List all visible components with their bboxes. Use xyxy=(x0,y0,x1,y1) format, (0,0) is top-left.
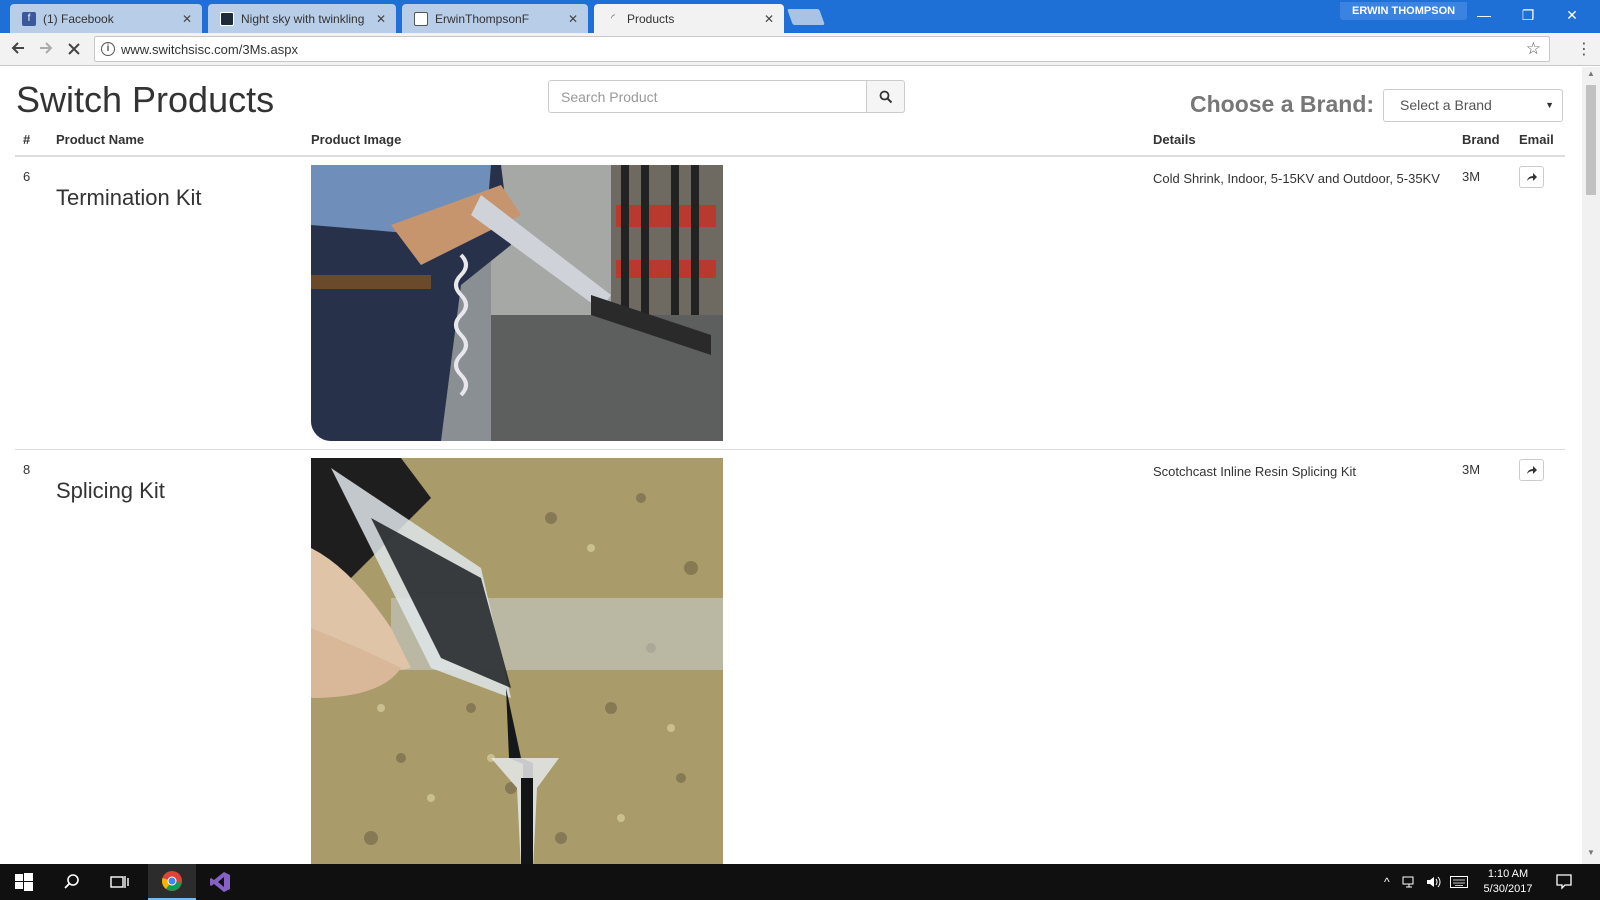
search-group xyxy=(548,80,905,113)
product-brand: 3M xyxy=(1462,462,1481,477)
windows-logo-icon xyxy=(15,873,33,891)
show-hidden-icons-button[interactable]: ^ xyxy=(1384,864,1390,900)
browser-toolbar: i www.switchsisc.com/3Ms.aspx ☆ ⋮ xyxy=(0,33,1600,66)
share-arrow-icon xyxy=(1526,173,1537,181)
brand-select[interactable]: Select a Brand ▼ xyxy=(1383,89,1563,122)
brand-select-value: Select a Brand xyxy=(1400,97,1492,113)
email-share-button[interactable] xyxy=(1519,459,1544,481)
close-icon[interactable]: ✕ xyxy=(372,12,390,26)
tab-label: (1) Facebook xyxy=(43,11,114,26)
taskbar-clock[interactable]: 1:10 AM 5/30/2017 xyxy=(1472,867,1544,897)
search-icon xyxy=(879,90,892,103)
tab-label: ErwinThompsonF xyxy=(435,11,530,26)
network-icon[interactable] xyxy=(1402,864,1418,900)
chrome-taskbar-button[interactable] xyxy=(148,864,196,900)
chrome-icon xyxy=(162,871,182,891)
search-icon xyxy=(64,874,79,889)
scroll-down-icon[interactable]: ▼ xyxy=(1582,848,1600,862)
volume-icon[interactable] xyxy=(1426,864,1442,900)
tab-facebook[interactable]: f (1) Facebook ✕ xyxy=(10,4,202,33)
new-tab-button[interactable] xyxy=(787,9,825,25)
loading-icon: ◜ xyxy=(611,13,615,24)
product-name: Termination Kit xyxy=(56,185,202,210)
profile-button[interactable]: ERWIN THOMPSON xyxy=(1340,2,1468,20)
facebook-icon: f xyxy=(22,11,36,26)
windows-taskbar: ^ 1:10 AM 5/30/2017 xyxy=(0,864,1600,900)
visual-studio-taskbar-button[interactable] xyxy=(196,864,244,900)
volume-icon xyxy=(1427,876,1441,888)
email-share-button[interactable] xyxy=(1519,166,1544,188)
browser-menu-icon[interactable]: ⋮ xyxy=(1574,38,1594,62)
close-icon[interactable]: ✕ xyxy=(178,12,196,26)
tab-night-sky[interactable]: Night sky with twinkling ✕ xyxy=(208,4,396,33)
browser-titlebar: f (1) Facebook ✕ Night sky with twinklin… xyxy=(0,0,1600,33)
column-header-num: # xyxy=(23,132,31,147)
column-header-brand: Brand xyxy=(1462,132,1500,147)
product-image xyxy=(311,458,723,864)
back-arrow-icon xyxy=(11,42,24,54)
minimize-button[interactable]: — xyxy=(1464,2,1504,28)
product-brand: 3M xyxy=(1462,169,1481,184)
close-icon[interactable]: ✕ xyxy=(564,12,582,26)
tab-erwin-thompson[interactable]: ErwinThompsonF ✕ xyxy=(402,4,588,33)
column-header-name: Product Name xyxy=(56,132,145,147)
page-scrollbar[interactable]: ▲ ▼ xyxy=(1582,67,1600,864)
share-arrow-icon xyxy=(1526,466,1537,474)
visual-studio-icon xyxy=(210,872,230,892)
close-window-button[interactable]: ✕ xyxy=(1552,2,1592,28)
search-button[interactable] xyxy=(866,80,905,113)
chevron-down-icon: ▼ xyxy=(1545,100,1554,110)
tab-label: Night sky with twinkling xyxy=(241,11,365,26)
document-icon xyxy=(414,11,428,26)
forward-arrow-icon xyxy=(40,42,53,54)
task-view-button[interactable] xyxy=(96,864,144,900)
action-center-button[interactable] xyxy=(1556,864,1572,900)
table-row: 6 Termination Kit Cold Shrink, Indoor, 5… xyxy=(15,157,1565,450)
network-icon xyxy=(1402,876,1414,888)
clock-time: 1:10 AM xyxy=(1487,868,1529,880)
keyboard-icon[interactable] xyxy=(1450,864,1468,900)
task-view-icon xyxy=(110,876,129,888)
splicing-kit-photo xyxy=(311,458,723,864)
info-icon[interactable]: i xyxy=(101,42,115,56)
image-icon xyxy=(220,11,234,26)
keyboard-icon xyxy=(1450,876,1468,888)
row-number: 8 xyxy=(23,462,31,477)
product-image xyxy=(311,165,723,441)
table-header: # Product Name Product Image Details Bra… xyxy=(15,127,1565,157)
back-button[interactable] xyxy=(6,38,30,62)
column-header-image: Product Image xyxy=(311,132,402,147)
address-bar[interactable]: i www.switchsisc.com/3Ms.aspx ☆ xyxy=(94,36,1550,62)
stop-icon xyxy=(68,43,80,55)
column-header-email: Email xyxy=(1519,132,1554,147)
stop-loading-button[interactable] xyxy=(62,38,86,62)
restore-button[interactable]: ❐ xyxy=(1508,2,1548,28)
page-title: Switch Products xyxy=(16,79,275,120)
row-number: 6 xyxy=(23,169,31,184)
tab-products[interactable]: ◜ Products ✕ xyxy=(594,4,784,33)
page-content: Switch Products Choose a Brand: Select a… xyxy=(0,67,1582,864)
bookmark-star-icon[interactable]: ☆ xyxy=(1526,39,1541,59)
scrollbar-thumb[interactable] xyxy=(1586,85,1596,195)
notifications-icon xyxy=(1556,874,1572,890)
clock-date: 5/30/2017 xyxy=(1483,883,1533,895)
product-name: Splicing Kit xyxy=(56,478,165,503)
scroll-up-icon[interactable]: ▲ xyxy=(1582,69,1600,83)
product-details: Scotchcast Inline Resin Splicing Kit xyxy=(1153,464,1357,479)
search-taskbar-button[interactable] xyxy=(48,864,96,900)
tab-label: Products xyxy=(627,11,675,26)
product-details: Cold Shrink, Indoor, 5-15KV and Outdoor,… xyxy=(1153,171,1440,186)
column-header-details: Details xyxy=(1153,132,1196,147)
start-button[interactable] xyxy=(0,864,48,900)
table-row: 8 Splicing Kit Scotchcast Inline Resin S… xyxy=(15,450,1565,864)
brand-filter-label: Choose a Brand: xyxy=(1190,91,1375,117)
url-text: www.switchsisc.com/3Ms.aspx xyxy=(121,42,298,57)
forward-button[interactable] xyxy=(34,38,58,62)
search-input[interactable] xyxy=(548,80,867,113)
products-table: # Product Name Product Image Details Bra… xyxy=(15,127,1565,864)
close-icon[interactable]: ✕ xyxy=(760,12,778,26)
termination-kit-photo xyxy=(311,165,723,441)
